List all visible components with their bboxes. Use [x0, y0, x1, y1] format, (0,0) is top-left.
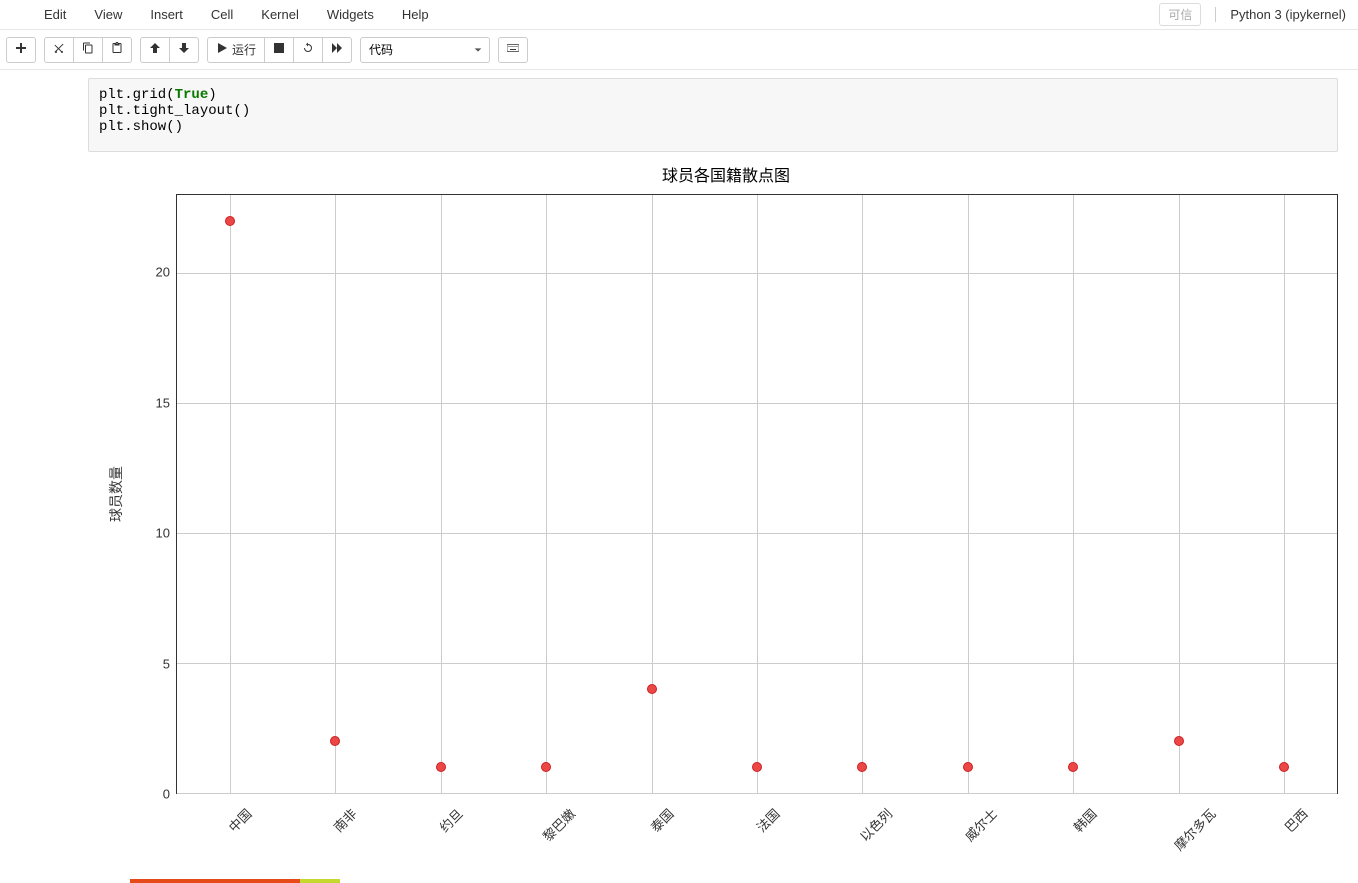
grid-line-vertical [230, 195, 231, 793]
x-tick-label: 泰国 [646, 804, 678, 836]
scatter-point [1068, 762, 1078, 772]
plus-icon [15, 42, 27, 57]
x-tick-label: 中国 [223, 804, 255, 836]
menu-insert[interactable]: Insert [136, 1, 197, 28]
copy-icon [82, 42, 94, 57]
arrow-down-icon [178, 42, 190, 57]
scatter-point [330, 736, 340, 746]
grid-line-vertical [862, 195, 863, 793]
paste-icon [111, 42, 123, 57]
restart-button[interactable] [294, 37, 323, 63]
x-tick-label: 韩国 [1069, 804, 1101, 836]
command-palette-button[interactable] [498, 37, 528, 63]
plot-box [176, 194, 1338, 794]
move-up-button[interactable] [140, 37, 170, 63]
y-tick-label: 0 [140, 787, 170, 802]
menu-help[interactable]: Help [388, 1, 443, 28]
x-tick-label: 法国 [752, 804, 784, 836]
chart-title: 球员各国籍散点图 [108, 162, 1344, 186]
plot-area: 球员数量 05101520 中国南非约旦黎巴嫩泰国法国以色列威尔士韩国摩尔多瓦巴… [150, 194, 1344, 794]
grid-line-vertical [757, 195, 758, 793]
y-tick-label: 5 [140, 656, 170, 671]
bottom-loading-bar [130, 879, 1358, 883]
grid-line-vertical [441, 195, 442, 793]
grid-line-vertical [335, 195, 336, 793]
grid-line-vertical [652, 195, 653, 793]
notebook-container: plt.grid(True) plt.tight_layout() plt.sh… [0, 78, 1358, 794]
menu-cell[interactable]: Cell [197, 1, 247, 28]
x-tick-label: 以色列 [855, 804, 896, 845]
menu-edit[interactable]: Edit [30, 1, 80, 28]
move-down-button[interactable] [170, 37, 199, 63]
fast-forward-icon [331, 42, 343, 57]
grid-line-vertical [1284, 195, 1285, 793]
interrupt-button[interactable] [265, 37, 294, 63]
insert-cell-below-button[interactable] [6, 37, 36, 63]
code-cell-input[interactable]: plt.grid(True) plt.tight_layout() plt.sh… [88, 78, 1338, 152]
scatter-point [752, 762, 762, 772]
scatter-point [857, 762, 867, 772]
y-tick-label: 10 [140, 526, 170, 541]
grid-line-horizontal [177, 793, 1337, 794]
menu-view[interactable]: View [80, 1, 136, 28]
menu-kernel[interactable]: Kernel [247, 1, 313, 28]
grid-line-vertical [1073, 195, 1074, 793]
scatter-point [963, 762, 973, 772]
x-tick-label: 南非 [329, 804, 361, 836]
scatter-point [225, 216, 235, 226]
grid-line-vertical [546, 195, 547, 793]
scatter-point [647, 684, 657, 694]
y-tick-label: 20 [140, 265, 170, 280]
scatter-point [541, 762, 551, 772]
scatter-point [1174, 736, 1184, 746]
x-tick-label: 威尔士 [960, 804, 1001, 845]
scissors-icon [53, 42, 65, 57]
keyboard-icon [507, 42, 519, 57]
scatter-point [1279, 762, 1289, 772]
restart-icon [302, 42, 314, 57]
x-tick-label: 摩尔多瓦 [1169, 804, 1219, 854]
arrow-up-icon [149, 42, 161, 57]
paste-button[interactable] [103, 37, 132, 63]
cell-type-select[interactable]: 代码 [360, 37, 490, 63]
menubar: Edit View Insert Cell Kernel Widgets Hel… [0, 0, 1358, 30]
stop-icon [273, 42, 285, 57]
kernel-indicator[interactable]: Python 3 (ipykernel) [1215, 7, 1346, 22]
trusted-indicator[interactable]: 可信 [1159, 3, 1201, 26]
cut-button[interactable] [44, 37, 74, 63]
cell-output: 球员各国籍散点图 球员数量 05101520 中国南非约旦黎巴嫩泰国法国以色列威… [108, 162, 1344, 794]
x-tick-label: 巴西 [1280, 804, 1312, 836]
run-button[interactable]: 运行 [207, 37, 265, 63]
run-label: 运行 [232, 41, 256, 58]
grid-line-vertical [968, 195, 969, 793]
x-tick-label: 黎巴嫩 [538, 804, 579, 845]
menu-widgets[interactable]: Widgets [313, 1, 388, 28]
grid-line-vertical [1179, 195, 1180, 793]
play-icon [216, 42, 228, 57]
y-axis-label: 球员数量 [106, 466, 126, 522]
restart-run-all-button[interactable] [323, 37, 352, 63]
toolbar: 运行 代码 [0, 30, 1358, 70]
x-tick-label: 约旦 [435, 804, 467, 836]
copy-button[interactable] [74, 37, 103, 63]
y-tick-label: 15 [140, 395, 170, 410]
scatter-point [436, 762, 446, 772]
